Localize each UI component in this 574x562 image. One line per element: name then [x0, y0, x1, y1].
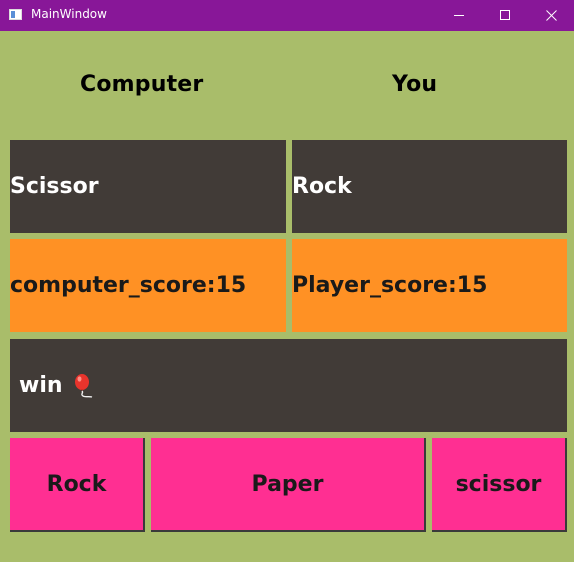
close-button[interactable]	[528, 0, 574, 31]
you-label: You	[392, 72, 438, 97]
main-window: MainWindow Computer You Scissor Rock com…	[0, 0, 574, 562]
result-display: win	[10, 339, 567, 432]
player-score-text: Player_score:15	[292, 273, 488, 298]
computer-choice-display: Scissor	[10, 140, 286, 233]
computer-score-display: computer_score:15	[10, 239, 286, 332]
player-choice-display: Rock	[292, 140, 567, 233]
balloon-icon	[74, 373, 92, 398]
computer-label: Computer	[80, 72, 204, 97]
window-title: MainWindow	[31, 7, 107, 21]
paper-button[interactable]: Paper	[151, 438, 426, 532]
minimize-button[interactable]	[436, 0, 482, 31]
app-icon	[9, 9, 22, 20]
close-icon	[545, 10, 557, 21]
result-text: win	[19, 373, 63, 398]
computer-score-text: computer_score:15	[10, 273, 247, 298]
player-score-display: Player_score:15	[292, 239, 567, 332]
minimize-icon	[453, 15, 464, 16]
rock-button[interactable]: Rock	[10, 438, 145, 532]
scissor-button[interactable]: scissor	[432, 438, 567, 532]
maximize-button[interactable]	[482, 0, 528, 31]
maximize-icon	[499, 10, 510, 20]
computer-choice-text: Scissor	[10, 174, 99, 199]
player-choice-text: Rock	[292, 174, 352, 199]
title-bar[interactable]: MainWindow	[0, 0, 574, 31]
